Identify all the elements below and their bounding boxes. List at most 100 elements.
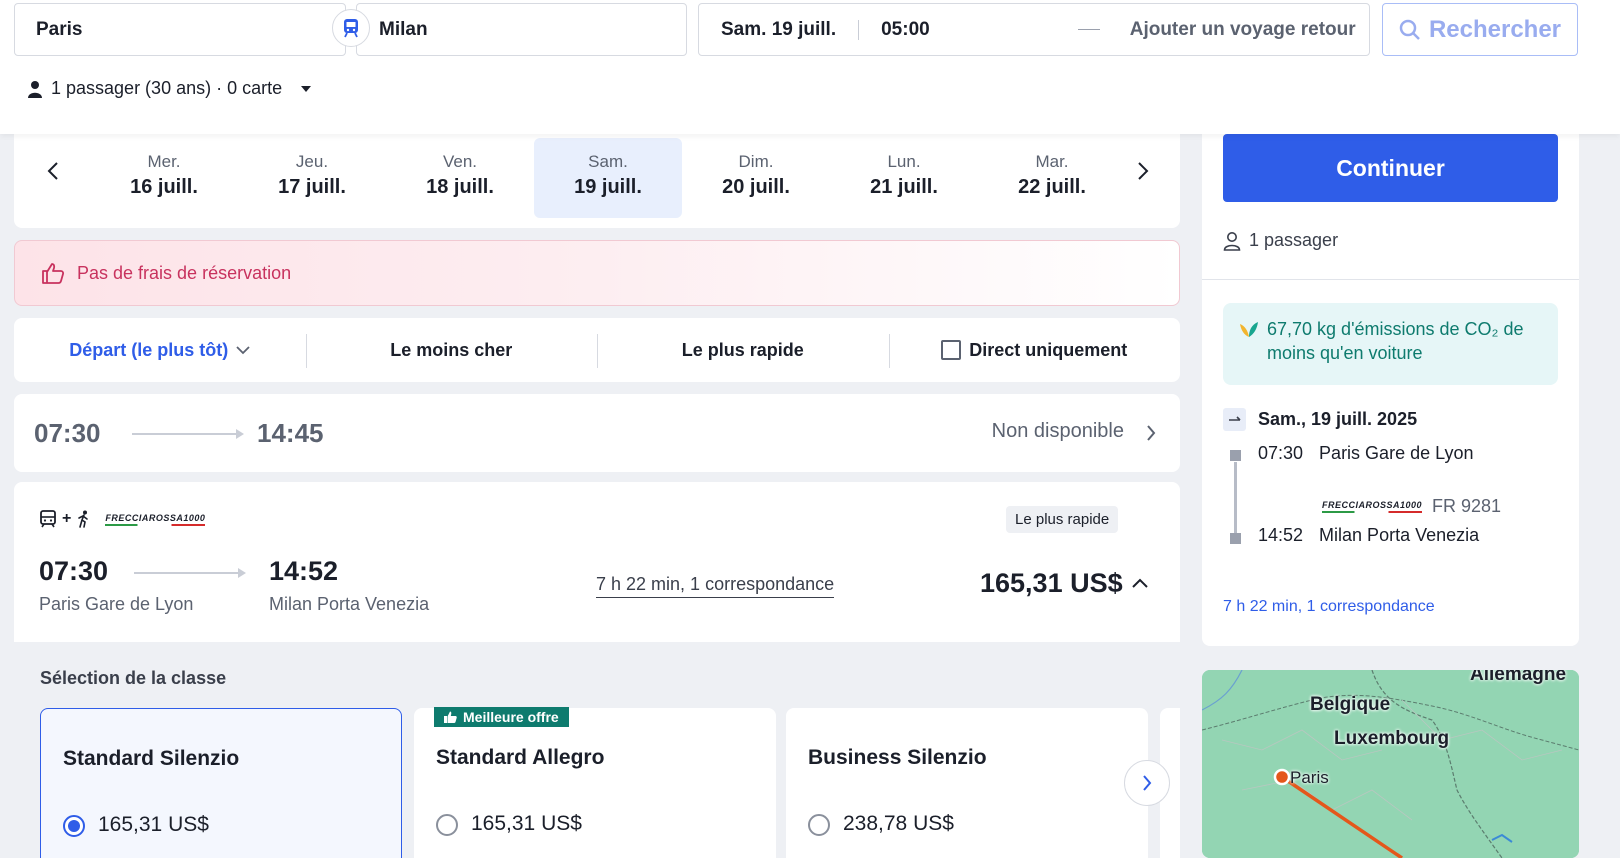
sort-fastest[interactable]: Le plus rapide [597, 333, 889, 368]
time-value[interactable]: 05:00 [881, 19, 930, 41]
date-value[interactable]: Sam. 19 juill. [721, 19, 836, 41]
origin-value: Paris [36, 18, 83, 40]
origin-field[interactable]: Paris [14, 3, 346, 56]
journey-price: 165,31 US$ [980, 568, 1123, 598]
day-of-week: Jeu. [295, 152, 329, 171]
person-outline-icon [1223, 231, 1241, 251]
day-of-week: Sam. [588, 152, 628, 171]
divider [1077, 29, 1100, 30]
sort-departure[interactable]: Départ (le plus tôt) [14, 340, 306, 361]
date-option-selected[interactable]: Sam. 19 juill. [534, 138, 682, 218]
day-date: 19 juill. [574, 176, 642, 198]
search-button[interactable]: Rechercher [1382, 3, 1578, 56]
day-date: 17 juill. [278, 176, 346, 198]
frecciarossa-logo: FRECCIAROSSA1000 [1322, 500, 1423, 513]
search-button-label: Rechercher [1428, 15, 1562, 43]
plus-sign: + [62, 510, 72, 527]
chevron-left-icon [47, 162, 58, 180]
add-return-trip[interactable]: Ajouter un voyage retour [1130, 19, 1356, 41]
date-time-field[interactable]: Sam. 19 juill. 05:00 Ajouter un voyage r… [698, 3, 1370, 56]
timeline-arr-station: Milan Porta Venezia [1319, 525, 1480, 545]
transport-icons: + FRECCIAROSSA1000 [40, 510, 206, 528]
arrival-time: 14:52 [269, 556, 339, 586]
class-radio[interactable] [436, 814, 458, 836]
walking-icon [78, 510, 89, 528]
day-date: 21 juill. [870, 176, 938, 198]
class-selection-title: Sélection de la classe [40, 668, 227, 688]
timeline-departure: 07:30 Paris Gare de Lyon [1258, 443, 1473, 464]
sort-cheapest[interactable]: Le moins cher [305, 333, 598, 368]
fastest-badge: Le plus rapide [1006, 506, 1119, 533]
date-option[interactable]: Mer. 16 juill. [90, 138, 238, 218]
journey-card-unavailable[interactable]: 07:30 14:45 Non disponible [14, 394, 1180, 472]
class-radio[interactable] [63, 815, 85, 837]
direct-only-filter[interactable]: Direct uniquement [888, 333, 1181, 368]
date-option[interactable]: Mar. 22 juill. [978, 138, 1126, 218]
person-icon [28, 80, 42, 98]
class-option-standard-allegro[interactable]: Meilleure offre Standard Allegro 165,31 … [414, 707, 776, 858]
continue-button[interactable]: Continuer [1223, 134, 1558, 202]
caret-down-icon [301, 85, 312, 92]
arrival-time: 14:45 [257, 418, 324, 448]
direct-only-checkbox[interactable] [941, 340, 962, 360]
timeline-arr-time: 14:52 [1258, 525, 1304, 545]
frecciarossa-logo: FRECCIAROSSA1000 [105, 512, 206, 526]
route-map[interactable]: Allemagne Belgique Luxembourg Paris [1202, 670, 1579, 858]
map-label-luxembourg: Luxembourg [1334, 728, 1450, 749]
co2-savings-box: 67,70 kg d'émissions de CO₂ de moins qu'… [1223, 303, 1558, 385]
destination-value: Milan [379, 18, 428, 40]
day-date: 22 juill. [1018, 176, 1086, 198]
chevron-right-icon [1143, 775, 1152, 791]
class-option-standard-silenzio[interactable]: Standard Silenzio 165,31 US$ [40, 708, 402, 858]
chevron-right-icon [1138, 162, 1149, 180]
date-option[interactable]: Lun. 21 juill. [830, 138, 978, 218]
summary-duration-link[interactable]: 7 h 22 min, 1 correspondance [1223, 598, 1435, 616]
date-option[interactable]: Ven. 18 juill. [386, 138, 534, 218]
arrow-head-icon [236, 429, 244, 439]
trip-date-label: Sam., 19 juill. 2025 [1258, 409, 1418, 429]
class-option-business-silenzio[interactable]: Business Silenzio 238,78 US$ [786, 708, 1148, 858]
thumbs-up-icon [42, 263, 65, 284]
class-selection: Sélection de la classe Standard Silenzio… [14, 642, 1180, 858]
chevron-up-icon[interactable] [1132, 578, 1148, 588]
next-dates-button[interactable] [1128, 156, 1158, 186]
passenger-label: 1 passager (30 ans) · 0 carte [51, 78, 283, 98]
journey-line [132, 433, 240, 435]
continue-label: Continuer [1336, 154, 1445, 181]
class-radio[interactable] [808, 814, 830, 836]
search-icon [1399, 19, 1420, 40]
swap-button[interactable] [332, 9, 370, 47]
best-offer-label: Meilleure offre [463, 709, 559, 725]
sort-fastest-label: Le plus rapide [681, 339, 804, 360]
sort-bar: Départ (le plus tôt) Le moins cher Le pl… [14, 318, 1180, 382]
search-header: Paris Milan Sam. 19 juill. 05:00 Ajouter… [0, 0, 1620, 134]
train-icon [344, 19, 358, 38]
leaf-icon [1240, 322, 1258, 337]
passenger-selector[interactable]: 1 passager (30 ans) · 0 carte [27, 78, 312, 99]
timeline-stop-marker [1230, 450, 1241, 461]
class-name: Business Silenzio [808, 746, 987, 769]
chevron-right-icon [1147, 425, 1156, 441]
day-of-week: Lun. [887, 152, 921, 171]
departure-station: Paris Gare de Lyon [39, 594, 194, 614]
class-name: Standard Silenzio [63, 747, 240, 770]
duration-link[interactable]: 7 h 22 min, 1 correspondance [596, 574, 835, 598]
sort-cheapest-label: Le moins cher [390, 339, 513, 360]
date-carousel: Mer. 16 juill. Jeu. 17 juill. Ven. 18 juill… [14, 132, 1180, 228]
day-date: 16 juill. [130, 176, 198, 198]
prev-dates-button[interactable] [38, 156, 68, 186]
divider [1202, 279, 1579, 280]
map-label-belgique: Belgique [1310, 694, 1391, 715]
day-of-week: Dim. [738, 152, 774, 171]
next-class-button[interactable] [1124, 760, 1170, 806]
day-date: 20 juill. [722, 176, 790, 198]
destination-field[interactable]: Milan [356, 3, 687, 56]
map-label-paris: Paris [1290, 768, 1329, 787]
map-background [1202, 670, 1579, 858]
date-option[interactable]: Jeu. 17 juill. [238, 138, 386, 218]
date-option[interactable]: Dim. 20 juill. [682, 138, 830, 218]
trip-date: Sam., 19 juill. 2025 [1223, 408, 1417, 431]
journey-card-selected[interactable]: + FRECCIAROSSA1000 Le plus rapide 07:30 … [14, 482, 1180, 642]
direct-only-label: Direct uniquement [969, 339, 1128, 360]
timeline-dep-station: Paris Gare de Lyon [1319, 443, 1474, 463]
